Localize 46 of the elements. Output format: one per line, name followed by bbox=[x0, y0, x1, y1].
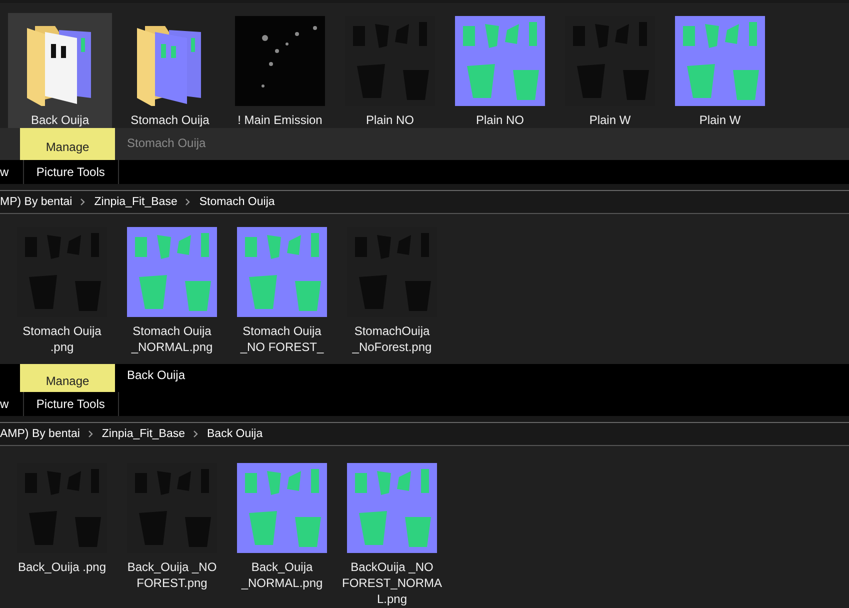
file-item[interactable]: Back_Ouija .png bbox=[10, 460, 114, 581]
file-item[interactable]: Back_Ouija _NORMAL.png bbox=[230, 460, 334, 597]
file-name: Back_Ouija _NORMAL.png bbox=[240, 559, 324, 591]
file-name: Back_Ouija .png bbox=[16, 559, 108, 575]
chevron-icon bbox=[193, 430, 200, 438]
file-item[interactable]: Plain NO bbox=[338, 13, 442, 128]
file-name: Stomach Ouija .png bbox=[22, 323, 102, 355]
ribbon-tab[interactable]: w bbox=[0, 160, 13, 184]
file-name: Stomach Ouija _NO FOREST_ bbox=[239, 323, 325, 355]
file-name: Plain NO bbox=[474, 112, 526, 128]
file-name: Back_Ouija _NO FOREST.png bbox=[126, 559, 218, 591]
breadcrumb-item[interactable]: Stomach Ouija bbox=[199, 196, 275, 208]
window-title: Stomach Ouija bbox=[126, 135, 207, 152]
file-item[interactable]: Plain W bbox=[668, 13, 772, 128]
file-name: BackOuija _NO FOREST_NORMAL.png bbox=[342, 559, 442, 607]
file-name: Plain W bbox=[588, 112, 632, 128]
file-item[interactable]: BackOuija _NO FOREST_NORMAL.png bbox=[340, 460, 444, 608]
breadcrumb-item[interactable]: Back Ouija bbox=[207, 428, 263, 440]
chevron-icon bbox=[185, 198, 192, 206]
file-name: Stomach Ouija bbox=[130, 112, 210, 128]
file-name: Stomach Ouija _NORMAL.png bbox=[130, 323, 214, 355]
file-item[interactable]: Stomach Ouija _NORMAL.png bbox=[120, 224, 224, 361]
file-item[interactable]: Plain W bbox=[558, 13, 662, 128]
breadcrumb-item[interactable]: Zinpia_Fit_Base bbox=[94, 196, 178, 208]
file-name: StomachOuija _NoForest.png bbox=[351, 323, 433, 355]
file-item[interactable]: Back Ouija bbox=[8, 13, 112, 128]
manage-tab[interactable]: Manage bbox=[20, 128, 115, 160]
file-name: Plain W bbox=[698, 112, 742, 128]
chevron-icon bbox=[80, 198, 86, 206]
breadcrumb-item[interactable]: AMP) By bentai bbox=[0, 428, 80, 440]
manage-tab[interactable]: Manage bbox=[20, 364, 115, 392]
file-item[interactable]: Stomach Ouija .png bbox=[10, 224, 114, 361]
breadcrumb-item[interactable]: Zinpia_Fit_Base bbox=[102, 428, 186, 440]
file-name: Back Ouija bbox=[30, 112, 90, 128]
file-name: Plain NO bbox=[364, 112, 416, 128]
chevron-icon bbox=[88, 430, 94, 438]
file-item[interactable]: Back_Ouija _NO FOREST.png bbox=[120, 460, 224, 597]
file-item[interactable]: Stomach Ouija bbox=[118, 13, 222, 128]
breadcrumb-item[interactable]: MP) By bentai bbox=[0, 196, 72, 208]
window-title: Back Ouija bbox=[126, 367, 186, 384]
file-item[interactable]: Stomach Ouija _NO FOREST_ bbox=[230, 224, 334, 361]
file-name: ! Main Emission bbox=[236, 112, 324, 128]
file-item[interactable]: Plain NO bbox=[448, 13, 552, 128]
ribbon-tab[interactable]: w bbox=[0, 392, 13, 416]
file-item[interactable]: StomachOuija _NoForest.png bbox=[340, 224, 444, 361]
file-item[interactable]: ! Main Emission bbox=[228, 13, 332, 128]
